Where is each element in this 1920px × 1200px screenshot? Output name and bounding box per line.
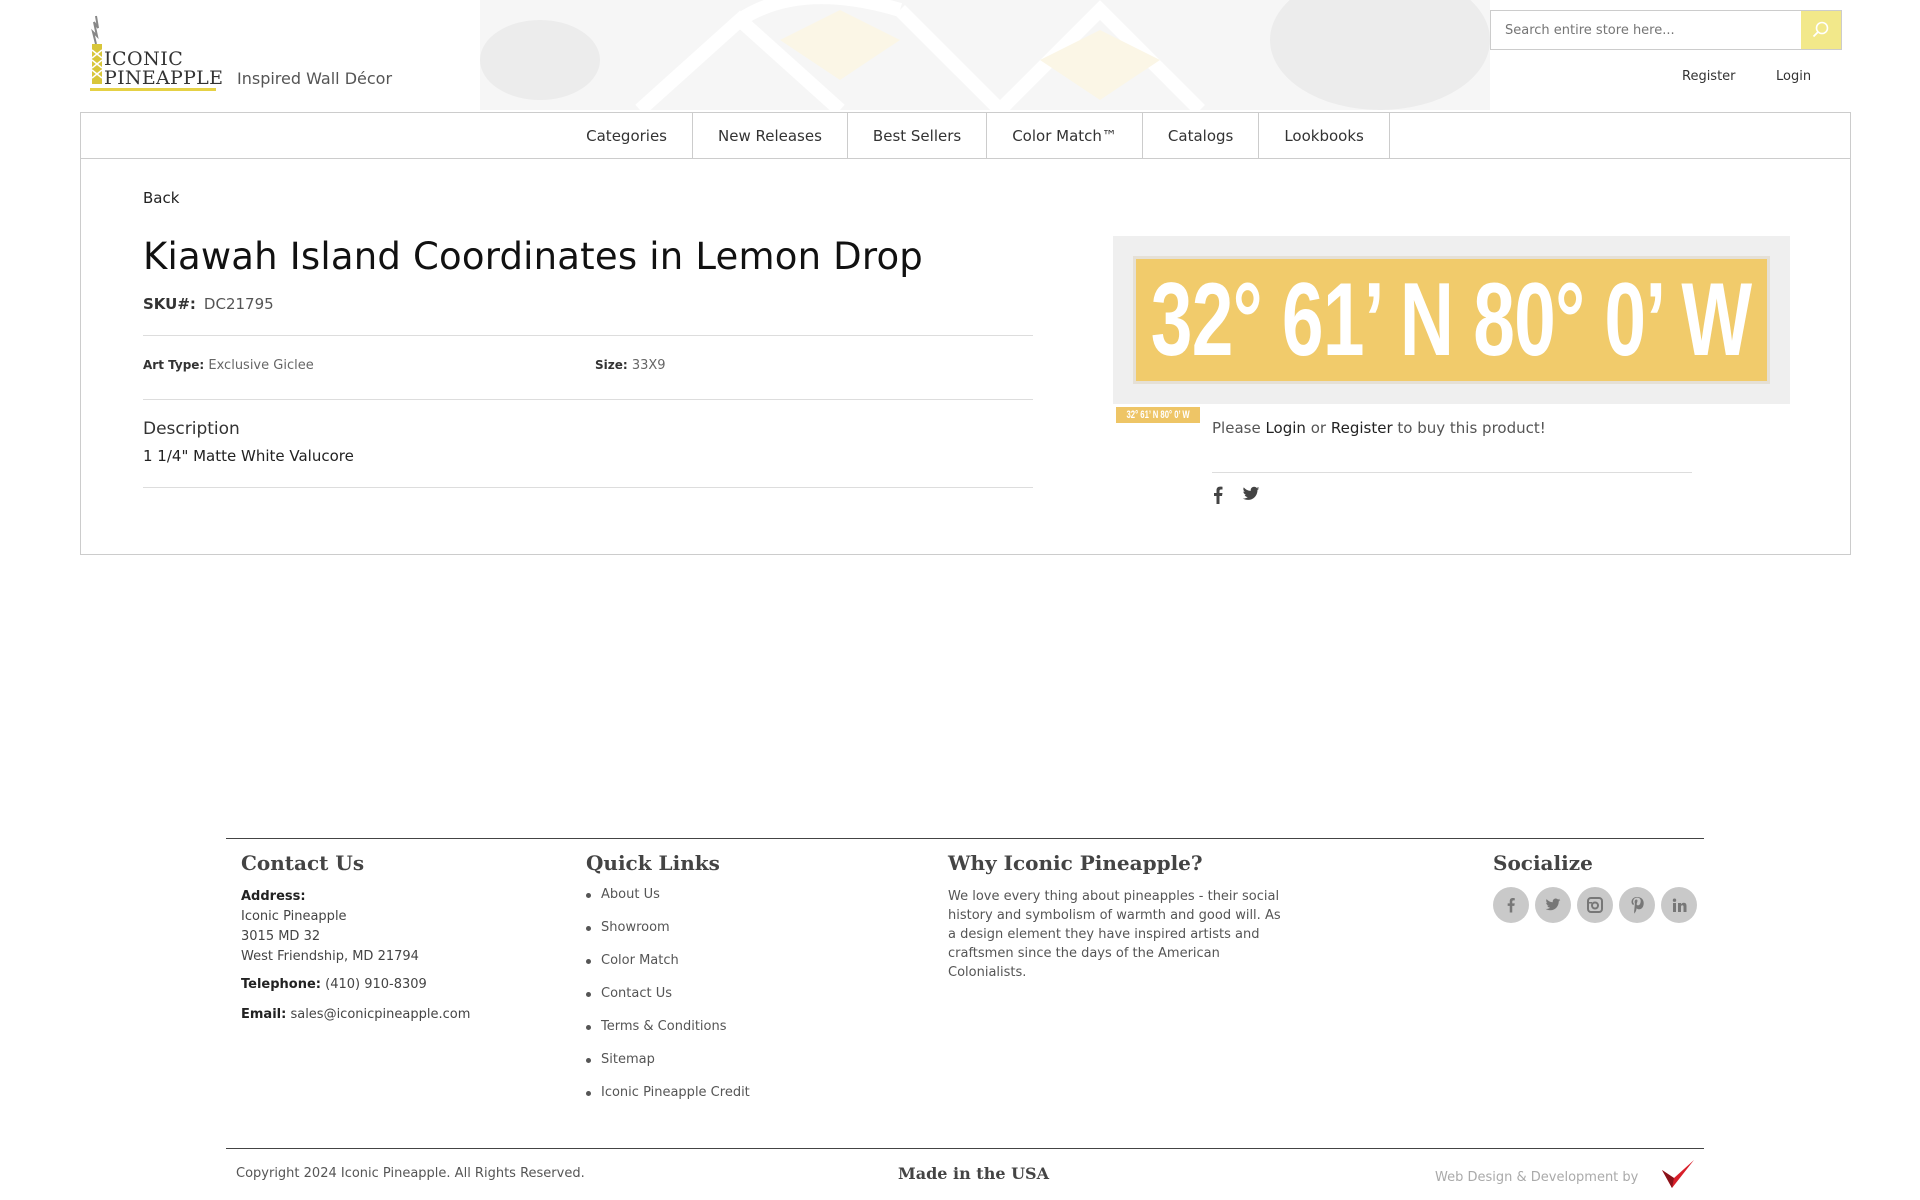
buy-register-link[interactable]: Register [1331,419,1393,437]
divider [143,487,1033,488]
facebook-icon [1507,898,1515,913]
product-sku: SKU#: DC21795 [143,295,274,313]
size: Size: 33X9 [595,358,666,373]
socialize-heading: Socialize [1493,851,1593,875]
instagram-icon [1587,897,1603,913]
quick-link-about-us[interactable]: About Us [586,887,750,920]
login-link[interactable]: Login [1776,69,1811,84]
quick-link-credit[interactable]: Iconic Pineapple Credit [586,1085,750,1118]
quick-link-color-match[interactable]: Color Match [586,953,750,986]
nav-item-catalogs[interactable]: Catalogs [1143,113,1260,158]
art-type-label: Art Type: [143,358,205,372]
developer-logo[interactable] [1660,1158,1696,1192]
social-twitter-button[interactable] [1535,887,1571,923]
email-label: Email: [241,1007,287,1022]
developer-credit[interactable]: Web Design & Development by [1435,1170,1638,1185]
nav-item-lookbooks[interactable]: Lookbooks [1259,113,1390,158]
nav-item-color-match[interactable]: Color Match™ [987,113,1143,158]
copyright-text: Copyright 2024 Iconic Pineapple. All Rig… [236,1166,585,1181]
site-logo[interactable]: ICONIC PINEAPPLE [88,14,223,91]
back-link[interactable]: Back [143,189,179,207]
social-linkedin-button[interactable] [1661,887,1697,923]
search-input[interactable] [1491,11,1801,49]
site-footer: Contact Us Address: Iconic Pineapple 301… [226,838,1704,1188]
buy-or: or [1310,419,1327,437]
search-button[interactable] [1801,11,1841,49]
contact-email: Email: sales@iconicpineapple.com [241,1005,470,1025]
main-nav: Categories New Releases Best Sellers Col… [81,113,1850,159]
quick-link-terms[interactable]: Terms & Conditions [586,1019,750,1052]
search-box [1490,10,1842,50]
buy-message: Please Login or Register to buy this pro… [1212,419,1546,437]
sku-value: DC21795 [203,295,274,313]
twitter-icon [1545,898,1561,911]
social-facebook-button[interactable] [1493,887,1529,923]
address-line: 3015 MD 32 [241,929,321,944]
main-content-box: Categories New Releases Best Sellers Col… [80,112,1851,555]
pinterest-icon [1631,897,1644,914]
linkedin-icon [1672,898,1686,912]
size-value: 33X9 [631,358,666,373]
social-instagram-button[interactable] [1577,887,1613,923]
quick-link-showroom[interactable]: Showroom [586,920,750,953]
register-link[interactable]: Register [1682,69,1736,84]
quick-links-heading: Quick Links [586,851,720,875]
product-artwork: 32° 61’ N 80° 0’ W [1133,256,1770,384]
facebook-icon [1214,486,1223,504]
site-tagline: Inspired Wall Décor [237,69,393,88]
why-text: We love every thing about pineapples - t… [948,889,1281,980]
contact-heading: Contact Us [241,851,365,875]
made-in-usa-text: Made in the USA [898,1164,1049,1183]
divider [143,335,1033,336]
nav-item-categories[interactable]: Categories [561,113,693,158]
divider [1212,472,1692,473]
description-heading: Description [143,419,240,439]
nav-item-new-releases[interactable]: New Releases [693,113,848,158]
artwork-coordinates-text: 32° 61’ N 80° 0’ W [1151,261,1752,378]
product-title: Kiawah Island Coordinates in Lemon Drop [143,235,923,278]
contact-telephone: Telephone: (410) 910-8309 [241,975,427,995]
address-line: Iconic Pineapple [241,909,347,924]
product-image[interactable]: 32° 61’ N 80° 0’ W [1113,236,1790,404]
logo-underline [90,88,216,91]
art-type: Art Type: Exclusive Giclee [143,358,314,373]
checkmark-logo-icon [1662,1160,1694,1188]
buy-login-link[interactable]: Login [1265,419,1305,437]
twitter-share-icon[interactable] [1242,486,1260,504]
contact-address: Address: Iconic Pineapple 3015 MD 32 Wes… [241,887,419,967]
email-link[interactable]: sales@iconicpineapple.com [290,1007,470,1022]
buy-prefix: Please [1212,419,1261,437]
sku-label: SKU#: [143,295,196,313]
facebook-share-icon[interactable] [1212,486,1228,504]
product-thumbnail[interactable]: 32° 61’ N 80° 0’ W [1116,407,1200,423]
quick-link-sitemap[interactable]: Sitemap [586,1052,750,1085]
search-icon [1812,21,1829,38]
description-text: 1 1/4" Matte White Valucore [143,447,354,465]
thumbnail-text: 32° 61’ N 80° 0’ W [1126,409,1190,421]
site-header: ICONIC PINEAPPLE Inspired Wall Décor Reg… [0,0,1920,113]
social-pinterest-button[interactable] [1619,887,1655,923]
art-type-value: Exclusive Giclee [208,358,314,373]
footer-divider [226,1148,1704,1149]
size-label: Size: [595,358,628,372]
address-label: Address: [241,889,306,904]
telephone-label: Telephone: [241,977,321,992]
divider [143,399,1033,400]
logo-word-pineapple: PINEAPPLE [104,67,224,89]
telephone-value: (410) 910-8309 [325,977,427,992]
nav-item-best-sellers[interactable]: Best Sellers [848,113,988,158]
buy-suffix: to buy this product! [1397,419,1546,437]
why-heading: Why Iconic Pineapple? [948,851,1203,875]
address-line: West Friendship, MD 21794 [241,949,419,964]
twitter-icon [1242,486,1260,500]
quick-link-contact-us[interactable]: Contact Us [586,986,750,1019]
nav-items: Categories New Releases Best Sellers Col… [561,113,1390,158]
quick-links-list: About Us Showroom Color Match Contact Us… [586,887,750,1118]
